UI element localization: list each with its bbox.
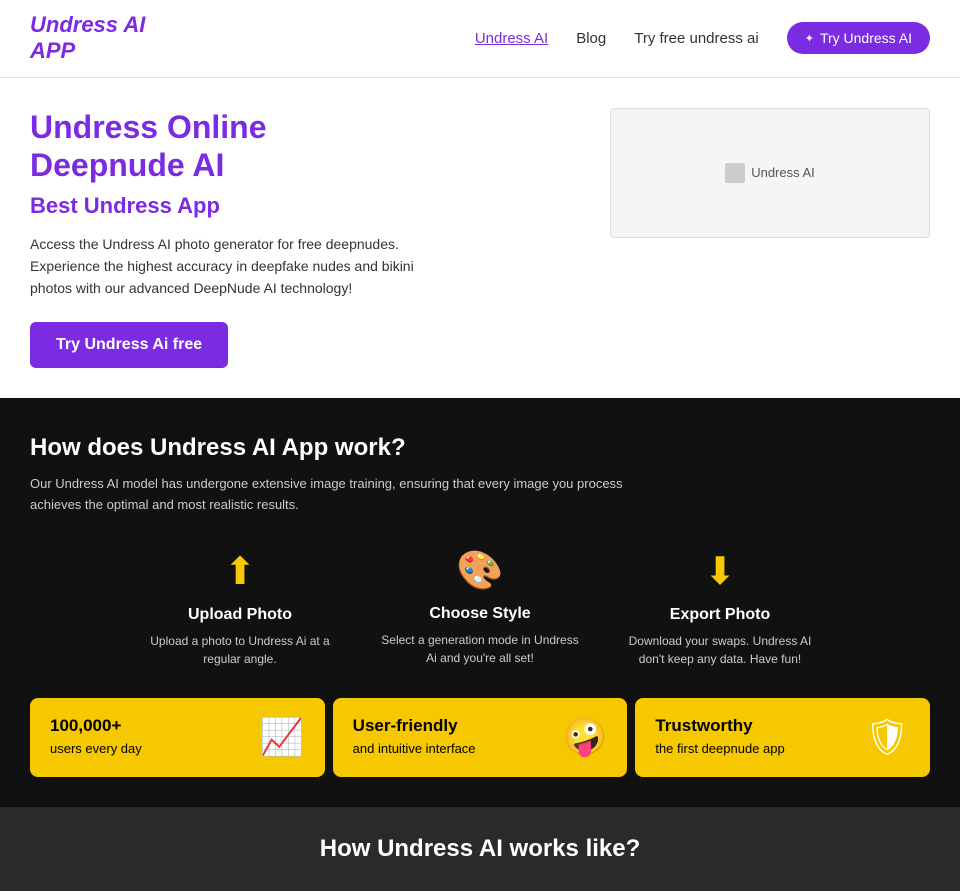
feature-friendly-text: User-friendly and intuitive interface <box>353 716 476 758</box>
logo-line1: Undress AI <box>30 12 145 37</box>
how-title: How does Undress AI App work? <box>30 434 930 462</box>
step-choose: 🎨 Choose Style Select a generation mode … <box>380 549 580 668</box>
nav-link-try-free[interactable]: Try free undress ai <box>634 30 759 47</box>
shield-icon: 🛡 <box>864 716 910 758</box>
feature-users-title: 100,000+ <box>50 716 142 736</box>
logo: Undress AI APP <box>30 12 145 65</box>
feature-trustworthy-desc: the first deepnude app <box>655 740 784 758</box>
step-upload-desc: Upload a photo to Undress Ai at a regula… <box>140 632 340 668</box>
image-placeholder-icon <box>725 163 745 183</box>
download-icon: ⬇ <box>704 549 736 594</box>
feature-users-text: 100,000+ users every day <box>50 716 142 758</box>
step-export-title: Export Photo <box>670 606 770 624</box>
bottom-title: How Undress AI works like? <box>30 835 930 863</box>
how-description: Our Undress AI model has undergone exten… <box>30 474 630 516</box>
hero-left: Undress OnlineDeepnude AI Best Undress A… <box>30 108 590 368</box>
chart-icon: 📈 <box>260 716 305 758</box>
nav-cta-button[interactable]: Try Undress AI <box>787 22 930 54</box>
hero-image: Undress AI <box>610 108 930 238</box>
feature-friendly-title: User-friendly <box>353 716 476 736</box>
upload-icon: ⬆ <box>224 549 256 594</box>
feature-trustworthy: Trustworthy the first deepnude app 🛡 <box>635 698 930 776</box>
step-upload-title: Upload Photo <box>188 606 292 624</box>
hero-cta-button[interactable]: Try Undress Ai free <box>30 322 228 368</box>
feature-users-desc: users every day <box>50 740 142 758</box>
feature-trustworthy-text: Trustworthy the first deepnude app <box>655 716 784 758</box>
hero-title: Undress OnlineDeepnude AI <box>30 108 590 185</box>
hero-image-label: Undress AI <box>751 165 815 180</box>
feature-friendly-desc: and intuitive interface <box>353 740 476 758</box>
steps-container: ⬆ Upload Photo Upload a photo to Undress… <box>30 549 930 668</box>
bottom-section: How Undress AI works like? <box>0 807 960 891</box>
nav-link-undress[interactable]: Undress AI <box>475 30 548 47</box>
step-choose-title: Choose Style <box>429 605 530 623</box>
features-row: 100,000+ users every day 📈 User-friendly… <box>30 698 930 776</box>
step-export-desc: Download your swaps. Undress AI don't ke… <box>620 632 820 668</box>
feature-friendly: User-friendly and intuitive interface 🤪 <box>333 698 628 776</box>
nav: Undress AI Blog Try free undress ai Try … <box>475 22 930 54</box>
step-choose-desc: Select a generation mode in Undress Ai a… <box>380 631 580 667</box>
hero-description: Access the Undress AI photo generator fo… <box>30 233 450 300</box>
emoji-icon: 🤪 <box>563 716 608 758</box>
feature-users: 100,000+ users every day 📈 <box>30 698 325 776</box>
hero-subtitle: Best Undress App <box>30 193 590 219</box>
how-section: How does Undress AI App work? Our Undres… <box>0 398 960 807</box>
nav-link-blog[interactable]: Blog <box>576 30 606 47</box>
hero-section: Undress OnlineDeepnude AI Best Undress A… <box>0 78 960 398</box>
step-upload: ⬆ Upload Photo Upload a photo to Undress… <box>140 549 340 668</box>
palette-icon: 🎨 <box>456 549 503 593</box>
step-export: ⬇ Export Photo Download your swaps. Undr… <box>620 549 820 668</box>
header: Undress AI APP Undress AI Blog Try free … <box>0 0 960 78</box>
logo-line2: APP <box>30 38 75 63</box>
feature-trustworthy-title: Trustworthy <box>655 716 784 736</box>
